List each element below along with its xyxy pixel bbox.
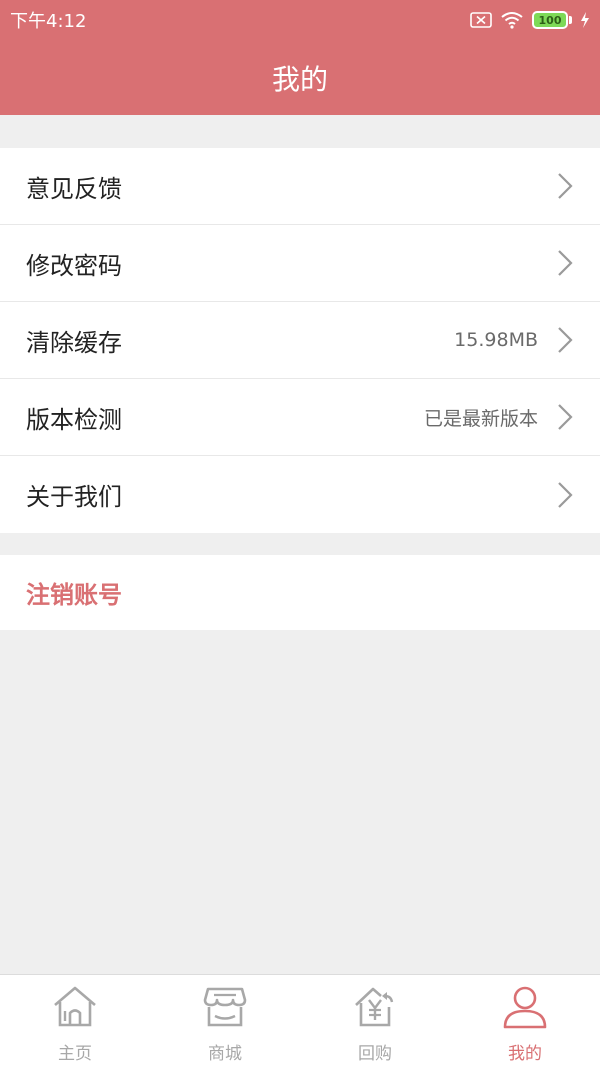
chevron-right-icon [558, 250, 573, 276]
buyback-icon [355, 987, 394, 1027]
menu-item-label: 清除缓存 [26, 328, 122, 357]
chevron-right-icon [558, 327, 573, 353]
menu-item-label: 版本检测 [26, 405, 122, 434]
tab-home[interactable]: 主页 [0, 975, 150, 1067]
logout-button[interactable]: 注销账号 [0, 555, 600, 630]
status-bar: 下午4:12 100 [0, 0, 600, 40]
status-icons: 100 [470, 11, 590, 29]
shop-icon [203, 987, 247, 1027]
status-time: 下午4:12 [10, 11, 87, 32]
tab-mine[interactable]: 我的 [450, 975, 600, 1067]
menu-item-clear-cache[interactable]: 清除缓存 15.98MB [0, 302, 600, 379]
home-icon [54, 986, 96, 1027]
logout-label: 注销账号 [26, 581, 122, 609]
page-title: 我的 [271, 62, 328, 96]
charging-icon [581, 12, 589, 28]
cache-size-value: 15.98MB [454, 329, 538, 351]
bottom-tab-bar: 主页 商城 回购 我的 [0, 974, 600, 1067]
menu-item-label: 关于我们 [26, 483, 122, 511]
battery-level: 100 [532, 11, 568, 29]
tab-shop[interactable]: 商城 [150, 975, 300, 1067]
wifi-icon [501, 12, 523, 29]
top-bar: 下午4:12 100 我的 [0, 0, 600, 115]
menu-item-label: 意见反馈 [26, 174, 122, 203]
tab-label: 商城 [208, 1044, 242, 1064]
settings-menu: 意见反馈 修改密码 清除缓存 15.98MB 版本检测 已是最新版本 关于我们 [0, 148, 600, 533]
menu-item-about-us[interactable]: 关于我们 [0, 456, 600, 533]
menu-item-feedback[interactable]: 意见反馈 [0, 148, 600, 225]
tab-label: 回购 [358, 1044, 392, 1064]
battery-icon: 100 [532, 11, 572, 29]
tab-label: 主页 [58, 1044, 92, 1064]
sim-none-icon [470, 12, 492, 28]
user-icon [503, 986, 547, 1029]
menu-item-change-password[interactable]: 修改密码 [0, 225, 600, 302]
menu-item-label: 修改密码 [26, 251, 122, 280]
chevron-right-icon [558, 173, 573, 199]
tab-buyback[interactable]: 回购 [300, 975, 450, 1067]
tab-label: 我的 [508, 1044, 542, 1064]
chevron-right-icon [558, 404, 573, 430]
menu-item-version-check[interactable]: 版本检测 已是最新版本 [0, 379, 600, 456]
chevron-right-icon [558, 481, 573, 508]
version-status-value: 已是最新版本 [423, 407, 538, 430]
